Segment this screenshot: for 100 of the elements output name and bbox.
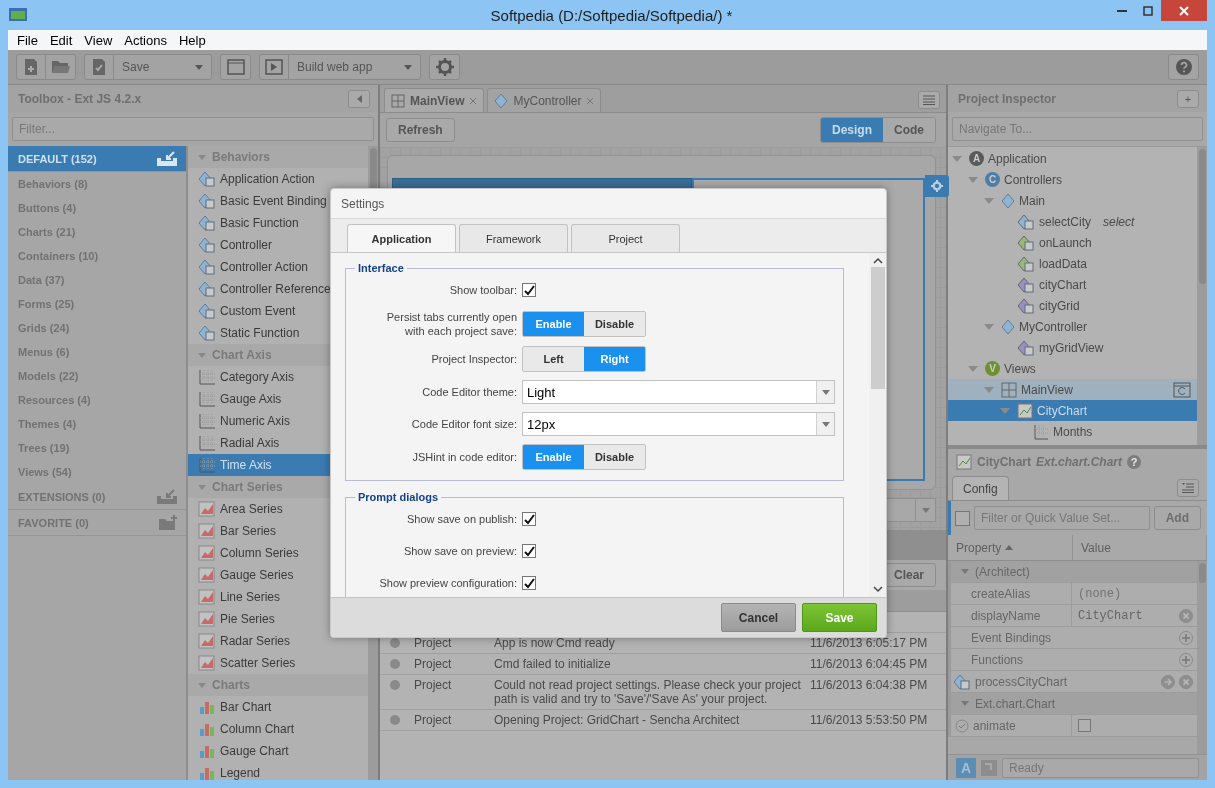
scrollbar[interactable] xyxy=(1197,561,1207,754)
scroll-up-icon[interactable] xyxy=(872,257,883,265)
collapse-button[interactable] xyxy=(348,89,370,108)
category-item[interactable]: DEFAULT (152) xyxy=(8,146,186,172)
tree-item[interactable]: selectCity select xyxy=(948,211,1197,232)
menu-item[interactable]: File xyxy=(12,32,43,48)
clear-icon[interactable] xyxy=(1179,608,1193,623)
tree-item[interactable]: cityChart xyxy=(948,274,1197,295)
refresh-icon[interactable] xyxy=(1173,381,1191,398)
help-icon[interactable]: ? xyxy=(1127,455,1142,469)
toolbox-item[interactable]: Bar Chart xyxy=(188,696,368,718)
menu-item[interactable]: Actions xyxy=(119,32,172,48)
tree-item[interactable]: CityChart xyxy=(948,400,1197,421)
tree-item[interactable]: C Controllers xyxy=(948,169,1197,190)
toolbox-item[interactable]: Column Series xyxy=(188,542,368,564)
toolbox-item[interactable]: Controller Reference xyxy=(188,278,368,300)
log-time: 11/6/2013 6:04:38 PM xyxy=(810,678,929,692)
add-button[interactable]: + xyxy=(1177,89,1199,108)
toggle-button[interactable]: Disable xyxy=(584,445,645,469)
checkbox[interactable] xyxy=(522,576,536,590)
settings-tab[interactable]: Framework xyxy=(459,224,568,252)
tree-item[interactable]: Months xyxy=(948,421,1197,442)
editor-tab[interactable]: MyController xyxy=(487,88,602,112)
field-label: Show save on publish: xyxy=(405,512,517,526)
list-button[interactable] xyxy=(1177,479,1199,497)
dropdown-field[interactable]: 12px xyxy=(522,412,835,436)
toolbox-item[interactable]: Gauge Axis xyxy=(188,388,368,410)
add-icon[interactable] xyxy=(1179,652,1193,667)
tree-item[interactable]: loadData xyxy=(948,253,1197,274)
toolbox-item[interactable]: Static Function xyxy=(188,322,368,344)
toggle-button[interactable]: Enable xyxy=(523,312,584,336)
checkbox[interactable] xyxy=(522,283,536,297)
toolbox-item[interactable]: Legend xyxy=(188,762,368,780)
checkbox[interactable] xyxy=(522,544,536,558)
toggle-button[interactable]: Left xyxy=(523,347,584,371)
toolbox-item[interactable]: Application Action xyxy=(188,168,368,190)
log-source: Project xyxy=(414,636,453,650)
cancel-button[interactable]: Cancel xyxy=(721,603,796,632)
tree-item[interactable]: MyController xyxy=(948,316,1197,337)
expand-caret-icon[interactable] xyxy=(984,386,994,393)
tree-item[interactable]: A Application xyxy=(948,148,1197,169)
settings-tab[interactable]: Application xyxy=(347,224,456,252)
scroll-down-icon[interactable] xyxy=(872,585,883,593)
scrollbar[interactable] xyxy=(1197,147,1207,445)
add-icon[interactable] xyxy=(1179,630,1193,645)
toolbox-item[interactable]: Pie Series xyxy=(188,608,368,630)
scrollbar[interactable] xyxy=(869,253,886,597)
expand-caret-icon[interactable] xyxy=(968,365,978,372)
clear-icon[interactable] xyxy=(1179,674,1193,689)
toolbox-item[interactable]: Radial Axis xyxy=(188,432,368,454)
expand-caret-icon[interactable] xyxy=(968,176,978,183)
expand-caret-icon[interactable] xyxy=(1000,407,1010,414)
toggle-button[interactable]: Disable xyxy=(584,312,645,336)
toolbox-item[interactable]: Scatter Series xyxy=(188,652,368,674)
tree-item[interactable]: Main xyxy=(948,190,1197,211)
close-button[interactable] xyxy=(1161,0,1207,21)
toolbox-item[interactable]: Custom Event xyxy=(188,300,368,322)
close-icon[interactable] xyxy=(469,96,478,105)
tree-item[interactable]: cityGrid xyxy=(948,295,1197,316)
toggle-button[interactable]: Enable xyxy=(523,445,584,469)
config-tab[interactable]: Config xyxy=(952,476,1009,500)
toolbox-item[interactable]: Gauge Chart xyxy=(188,740,368,762)
toolbox-item[interactable]: Numeric Axis xyxy=(188,410,368,432)
checkbox[interactable] xyxy=(522,512,536,526)
close-icon[interactable] xyxy=(586,96,595,105)
menu-item[interactable]: View xyxy=(79,32,118,48)
checkbox[interactable] xyxy=(955,510,970,526)
editor-tab[interactable]: MainView xyxy=(384,88,485,112)
tree-item[interactable]: myGridView xyxy=(948,337,1197,358)
settings-tab[interactable]: Project xyxy=(571,224,680,252)
dropdown-field[interactable]: Light xyxy=(522,380,835,404)
toolbox-item[interactable]: Gauge Series xyxy=(188,564,368,586)
tree-item[interactable]: MainView xyxy=(948,379,1197,400)
column-header[interactable]: Value xyxy=(1073,535,1207,560)
toolbox-item[interactable]: Bar Series xyxy=(188,520,368,542)
arrow-icon[interactable] xyxy=(1161,674,1175,689)
expand-caret-icon[interactable] xyxy=(984,323,994,330)
toolbox-item[interactable]: Line Series xyxy=(188,586,368,608)
mode-toggle[interactable]: Design xyxy=(821,118,883,142)
column-header[interactable]: Property xyxy=(948,535,1073,560)
checkbox[interactable] xyxy=(1078,719,1091,732)
menu-button[interactable] xyxy=(918,91,940,109)
toggle-button[interactable]: Right xyxy=(584,347,645,371)
tree-item[interactable]: V Views xyxy=(948,358,1197,379)
circle-icon: C xyxy=(985,172,1000,187)
save-button[interactable]: Save xyxy=(802,603,877,632)
grid-icon xyxy=(198,435,216,451)
expand-caret-icon[interactable] xyxy=(952,155,962,162)
settings-button[interactable] xyxy=(925,175,949,197)
menu-item[interactable]: Help xyxy=(173,32,211,48)
menu-item[interactable]: Edit xyxy=(44,32,78,48)
circle-icon: A xyxy=(969,151,984,166)
expand-caret-icon[interactable] xyxy=(984,197,994,204)
toolbox-item[interactable]: Radar Series xyxy=(188,630,368,652)
toolbox-item[interactable]: Column Chart xyxy=(188,718,368,740)
toolbox-item[interactable]: Category Axis xyxy=(188,366,368,388)
tree-item[interactable]: onLaunch xyxy=(948,232,1197,253)
mode-toggle[interactable]: Code xyxy=(883,118,935,142)
refresh-button[interactable]: Refresh xyxy=(386,118,455,142)
export-icon[interactable] xyxy=(980,758,998,777)
